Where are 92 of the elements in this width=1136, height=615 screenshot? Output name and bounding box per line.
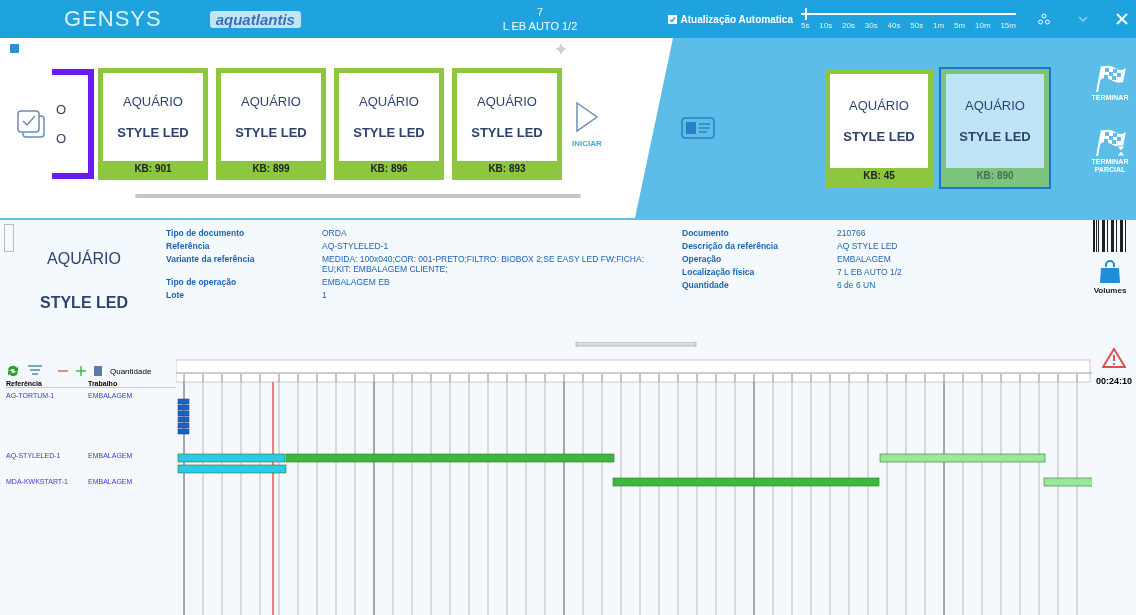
field-label: Localização física bbox=[682, 267, 756, 277]
scrollbar[interactable] bbox=[135, 194, 581, 198]
task-bar[interactable] bbox=[177, 453, 286, 463]
kb-number: KB: 893 bbox=[457, 161, 557, 175]
product-name: AQUÁRIO bbox=[359, 94, 419, 109]
field-value: EMBALAGEM EB bbox=[322, 277, 391, 287]
slider-tick-label: 20s bbox=[842, 21, 855, 30]
product-card[interactable]: AQUÁRIO STYLE LED KB: 896 bbox=[334, 68, 444, 180]
logo: GENSYS bbox=[64, 6, 162, 32]
product-name: AQUÁRIO bbox=[47, 250, 121, 268]
product-name: AQUÁRIO bbox=[241, 94, 301, 109]
slider-tick-label: 30s bbox=[864, 21, 878, 30]
checkered-flag-icon bbox=[1093, 64, 1127, 94]
quantity-button[interactable]: Quantidade bbox=[110, 366, 152, 376]
station-name: L EB AUTO 1/2 bbox=[501, 19, 579, 33]
slider-tick-label: 1m bbox=[933, 21, 945, 30]
timer: 00:24:10 bbox=[1096, 376, 1132, 386]
product-card[interactable]: AQUÁRIO STYLE LED KB: 890 bbox=[941, 69, 1049, 187]
field-value: EMBALAGEM bbox=[837, 254, 892, 264]
kb-number: KB: 890 bbox=[946, 168, 1044, 182]
slider-tick-label: 10m bbox=[975, 21, 991, 30]
product-name: AQUÁRIO bbox=[123, 94, 183, 109]
field-value: AQ STYLE LED bbox=[837, 241, 899, 251]
field-value: MEDIDA: 100x040;COR: 001-PRETO;FILTRO: BIOBOX 2;SE EASY LED FW;FICHA: EU;KIT: EMBALAGEM CLIENTE; bbox=[322, 254, 645, 274]
task-bar[interactable] bbox=[177, 464, 287, 474]
slider-tick-label: 5m bbox=[954, 21, 966, 30]
field-value: 7 L EB AUTO 1/2 bbox=[837, 267, 903, 277]
product-name: O bbox=[56, 102, 67, 117]
field-value: 1 bbox=[322, 290, 328, 300]
field-label: Tipo de operação bbox=[166, 277, 238, 287]
slider-tick-label: 15m bbox=[1000, 21, 1016, 30]
kb-number: KB: 899 bbox=[221, 161, 321, 175]
kb-number: KB: 901 bbox=[103, 161, 203, 175]
checkbox[interactable] bbox=[667, 14, 677, 24]
field-label: Referência bbox=[166, 241, 211, 251]
task-bar[interactable] bbox=[1043, 477, 1092, 487]
product-model: STYLE LED bbox=[471, 125, 543, 140]
auto-update-label: Atualização Automatica bbox=[680, 13, 793, 25]
product-card[interactable]: AQUÁRIO STYLE LED KB: 893 bbox=[452, 68, 562, 180]
id-card-icon[interactable] bbox=[681, 117, 715, 139]
product-name: AQUÁRIO bbox=[849, 98, 909, 113]
field-label: Lote bbox=[166, 290, 185, 300]
status-badge[interactable] bbox=[10, 44, 19, 53]
task-bar[interactable] bbox=[285, 453, 615, 463]
refresh-icon[interactable] bbox=[6, 364, 20, 378]
brand-logo: aquatlantis bbox=[209, 10, 301, 28]
close-icon[interactable] bbox=[1116, 13, 1128, 25]
task-bar[interactable] bbox=[612, 477, 880, 487]
product-card[interactable]: AQUÁRIO STYLE LED KB: 899 bbox=[216, 68, 326, 180]
product-name: AQUÁRIO bbox=[965, 98, 1025, 113]
filter-icon[interactable] bbox=[28, 365, 42, 377]
product-model: STYLE LED bbox=[235, 125, 307, 140]
product-card[interactable]: AQUÁRIO STYLE LED KB: 901 bbox=[98, 68, 208, 180]
field-value: 210766 bbox=[837, 228, 867, 238]
task-bar[interactable] bbox=[879, 453, 1046, 463]
product-model: STYLE LED bbox=[40, 294, 128, 312]
field-value: ORDA bbox=[322, 228, 348, 238]
shopping-bag-icon[interactable] bbox=[1099, 260, 1121, 284]
network-icon[interactable] bbox=[1038, 13, 1050, 25]
product-model: STYLE LED bbox=[959, 129, 1031, 144]
field-value: AQ-STYLELED-1 bbox=[322, 241, 390, 251]
task-stack bbox=[177, 398, 190, 435]
field-label: Quantidade bbox=[682, 280, 730, 290]
slider-tick-label: 10s bbox=[819, 21, 833, 30]
field-label: Operação bbox=[682, 254, 723, 264]
slider-tick-label: 5s bbox=[801, 21, 810, 30]
product-model: STYLE LED bbox=[843, 129, 915, 144]
product-card[interactable]: AQUÁRIO STYLE LED KB: 45 bbox=[825, 69, 933, 187]
field-label: Variante da referência bbox=[166, 254, 256, 266]
barcode-icon[interactable] bbox=[1093, 220, 1127, 252]
field-label: Documento bbox=[682, 228, 730, 238]
station-number: 7 bbox=[535, 5, 545, 19]
chevron-down-icon[interactable] bbox=[1078, 15, 1088, 23]
kb-number: KB: 45 bbox=[830, 168, 928, 182]
slider-thumb[interactable] bbox=[805, 8, 808, 20]
field-label: Descrição da referência bbox=[682, 241, 779, 251]
field-label: Tipo de documento bbox=[166, 228, 246, 238]
volumes-label: Volumes bbox=[1093, 286, 1127, 295]
checkered-flag-hourglass-icon bbox=[1093, 128, 1127, 158]
product-model: STYLE LED bbox=[353, 125, 425, 140]
product-model: O bbox=[56, 131, 67, 146]
multi-select-icon[interactable] bbox=[16, 109, 46, 139]
product-model: STYLE LED bbox=[117, 125, 189, 140]
kb-number: KB: 896 bbox=[339, 161, 439, 175]
slider-tick-label: 50s bbox=[910, 21, 924, 30]
warning-icon[interactable] bbox=[1102, 348, 1126, 368]
plus-icon[interactable] bbox=[76, 366, 86, 376]
slider-tick-label: 40s bbox=[887, 21, 901, 30]
move-icon[interactable] bbox=[556, 44, 566, 54]
product-name: AQUÁRIO bbox=[477, 94, 537, 109]
side-tab[interactable] bbox=[4, 224, 14, 252]
field-value: 6 de 6 UN bbox=[837, 280, 877, 290]
